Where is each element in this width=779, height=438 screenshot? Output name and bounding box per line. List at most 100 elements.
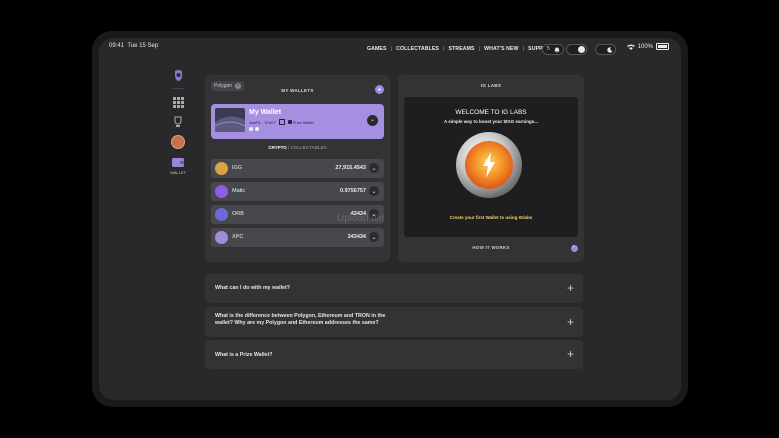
grid-icon — [172, 96, 184, 108]
date: Tue 15 Sep — [127, 43, 159, 49]
asset-tabs: CRYPTO | COLLECTABLES — [205, 145, 390, 150]
iglabs-subtitle: A simple way to boost your $IGG earnings… — [443, 119, 539, 124]
iglabs-title: IG LABS — [480, 83, 502, 88]
dot-icon — [255, 127, 259, 131]
avatar — [171, 135, 185, 149]
clock: 09:41 — [109, 43, 125, 49]
wallet-expand-button[interactable]: ⌄ — [367, 115, 378, 126]
tab-collectables[interactable]: COLLECTABLES — [291, 145, 327, 150]
wallet-thumbnail — [215, 108, 245, 132]
bell-icon — [554, 47, 560, 53]
sidebar: WALLET — [169, 68, 187, 175]
coin-name: IGG — [232, 165, 243, 171]
faq-item[interactable]: What can I do with my wallet? + — [205, 274, 583, 303]
coin-amount: 343434 — [347, 234, 366, 240]
matic-coin-icon — [215, 185, 228, 198]
wallet-address: 0xaF4... 97d07 — [249, 119, 276, 125]
coin-amount: 27,915.4543 — [335, 165, 366, 171]
sidebar-item-grid[interactable] — [171, 95, 185, 109]
nav-separator: | — [522, 46, 525, 52]
plus-icon[interactable]: + — [567, 316, 574, 328]
app-screen: 09:41 Tue 15 Sep 100% GAMES | COLLECTABL… — [99, 38, 681, 400]
wallet-dots — [249, 127, 259, 131]
chevron-down-icon[interactable]: ⌄ — [369, 163, 379, 173]
iglabs-orb — [456, 132, 522, 198]
wallets-title: MY WALLETS — [281, 88, 314, 93]
copy-icon[interactable] — [278, 119, 285, 125]
notifications-button[interactable]: 5 — [542, 44, 564, 55]
nav-separator: | — [390, 46, 393, 52]
wallets-card: Polygon × MY WALLETS + My Wallet 0xaF4..… — [205, 75, 390, 262]
sidebar-item-wallet[interactable] — [171, 155, 185, 169]
top-nav: GAMES | COLLECTABLES | STREAMS | WHAT'S … — [367, 46, 554, 52]
xpc-coin-icon — [215, 231, 228, 244]
my-wallet-card[interactable]: My Wallet 0xaF4... 97d07 Prize Wallet ⌄ — [211, 104, 384, 139]
coin-amount: 0.9756757 — [340, 188, 366, 194]
status-right: 100% — [626, 43, 669, 50]
coin-name: ORB — [232, 211, 244, 217]
lightning-icon — [483, 152, 495, 178]
faq-question-line: wallet? Why are my Polygon and Ethereum … — [215, 320, 379, 326]
status-time: 09:41 Tue 15 Sep — [109, 43, 158, 49]
notification-count: 5 — [547, 46, 550, 52]
trophy-icon — [174, 116, 182, 127]
faq-item[interactable]: What is a Prize Wallet? + — [205, 340, 583, 369]
iglabs-panel: WELCOME TO IG LABS A simple way to boost… — [404, 97, 578, 237]
coin-row-igg[interactable]: IGG 27,915.4543 ⌄ — [211, 159, 384, 178]
chevron-down-icon[interactable]: ⌄ — [369, 186, 379, 196]
nav-whats-new[interactable]: WHAT'S NEW — [484, 46, 518, 52]
arrow-right-icon: › — [572, 244, 575, 250]
faq-question: What can I do with my wallet? — [215, 285, 290, 292]
wallet-icon — [172, 158, 184, 167]
how-it-works-button[interactable]: › — [571, 244, 578, 252]
battery-icon — [656, 43, 669, 50]
coin-name: Matic — [232, 188, 246, 194]
dot-icon — [249, 127, 253, 131]
profile-toggle[interactable] — [566, 44, 587, 55]
chevron-down-icon[interactable]: ⌄ — [369, 232, 379, 242]
upload-overlay-text: Upload file — [337, 213, 385, 224]
dark-mode-toggle[interactable] — [595, 44, 616, 55]
nav-games[interactable]: GAMES — [367, 46, 387, 52]
coin-row-matic[interactable]: Matic 0.9756757 ⌄ — [211, 182, 384, 201]
faq-question: What is the difference between Polygon, … — [215, 313, 385, 327]
nav-separator: | — [442, 46, 445, 52]
battery-text: 100% — [637, 43, 653, 50]
profile-toggle-knob — [578, 46, 585, 53]
logo-icon — [174, 69, 182, 81]
moon-icon — [607, 46, 613, 53]
plus-icon[interactable]: + — [567, 282, 574, 294]
sidebar-item-rewards[interactable] — [171, 115, 185, 129]
coin-name: XPC — [232, 234, 244, 240]
iglabs-welcome: WELCOME TO IG LABS — [455, 109, 527, 116]
igg-coin-icon — [215, 162, 228, 175]
nav-separator: | — [478, 46, 481, 52]
wallet-address-row: 0xaF4... 97d07 Prize Wallet — [249, 119, 314, 125]
prize-wallet-label: Prize Wallet — [292, 119, 314, 125]
iglabs-card: IG LABS WELCOME TO IG LABS A simple way … — [398, 75, 584, 262]
tab-crypto[interactable]: CRYPTO — [268, 145, 287, 150]
prize-wallet-tag: Prize Wallet — [287, 119, 314, 125]
coin-row-xpc[interactable]: XPC 343434 ⌄ — [211, 228, 384, 247]
add-wallet-button[interactable]: + — [375, 85, 384, 94]
faq-question-text: What is a Prize Wallet? — [215, 352, 273, 358]
nav-streams[interactable]: STREAMS — [449, 46, 475, 52]
sidebar-wallet-label: WALLET — [170, 170, 186, 175]
tab-separator: | — [288, 145, 290, 150]
iglabs-cta[interactable]: Create your first Wallet to using IGlabs — [404, 215, 578, 220]
sidebar-divider — [172, 88, 184, 89]
chevron-down-icon: ⌄ — [369, 117, 376, 123]
how-it-works-link[interactable]: HOW IT WORKS — [398, 245, 584, 250]
orb-coin-icon — [215, 208, 228, 221]
trophy-small-icon — [287, 120, 292, 124]
plus-icon[interactable]: + — [567, 348, 574, 360]
faq-question-text: What can I do with my wallet? — [215, 285, 291, 291]
nav-collectables[interactable]: COLLECTABLES — [396, 46, 439, 52]
sidebar-item-logo[interactable] — [171, 68, 185, 82]
faq-item[interactable]: What is the difference between Polygon, … — [205, 307, 583, 337]
sidebar-item-avatar[interactable] — [171, 135, 185, 149]
wifi-icon — [626, 44, 635, 50]
faq-question-line: What is the difference between Polygon, … — [215, 313, 386, 319]
faq-question: What is a Prize Wallet? — [215, 352, 273, 359]
wallet-art-icon — [215, 116, 245, 132]
